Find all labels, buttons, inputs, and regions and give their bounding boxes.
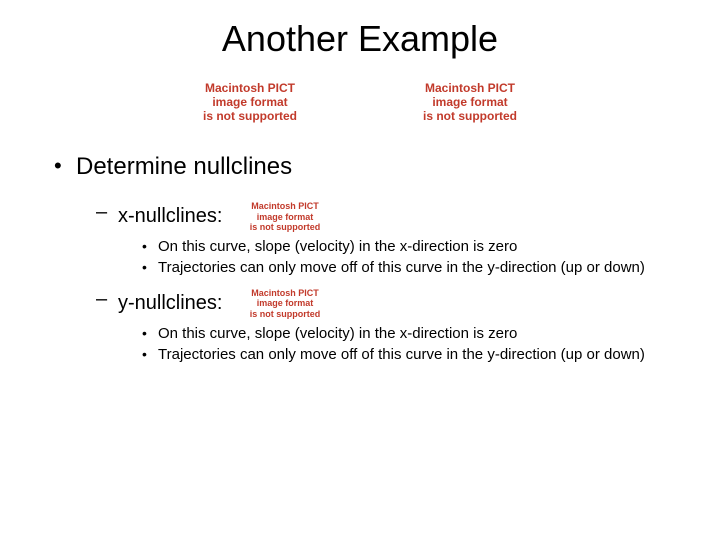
pict-error-line1: Macintosh PICT [251,288,319,298]
pict-error-icon: Macintosh PICT image format is not suppo… [240,201,330,232]
list-item: x-nullclines: Macintosh PICT image forma… [94,201,680,278]
list-item: Trajectories can only move off of this c… [140,259,680,278]
pict-error-line2: image format [257,298,314,308]
pict-error-line3: is not supported [250,222,321,232]
level3-list: On this curve, slope (velocity) in the x… [140,325,680,365]
bullet-content: Determine nullclines x-nullclines: Macin… [50,153,680,364]
pict-error-icon: Macintosh PICT image format is not suppo… [240,288,330,319]
pict-error-icon: Macintosh PICT image format is not suppo… [400,82,540,123]
pict-error-line1: Macintosh PICT [425,81,515,95]
list-item: On this curve, slope (velocity) in the x… [140,238,680,257]
level1-list: Determine nullclines x-nullclines: Macin… [50,153,680,364]
list-item: On this curve, slope (velocity) in the x… [140,325,680,344]
list-item: y-nullclines: Macintosh PICT image forma… [94,288,680,365]
level3-text: On this curve, slope (velocity) in the x… [158,325,517,342]
list-item: Trajectories can only move off of this c… [140,346,680,365]
level3-text: Trajectories can only move off of this c… [158,346,645,363]
slide-title: Another Example [40,18,680,60]
top-image-row: Macintosh PICT image format is not suppo… [40,82,680,123]
pict-error-line2: image format [432,95,507,109]
level3-text: On this curve, slope (velocity) in the x… [158,238,517,255]
pict-error-line3: is not supported [250,309,321,319]
pict-error-line1: Macintosh PICT [251,201,319,211]
level2-list: x-nullclines: Macintosh PICT image forma… [94,201,680,364]
pict-error-line2: image format [257,212,314,222]
pict-error-line3: is not supported [423,109,517,123]
pict-error-icon: Macintosh PICT image format is not suppo… [180,82,320,123]
level2-text: x-nullclines: [118,205,222,228]
level3-list: On this curve, slope (velocity) in the x… [140,238,680,278]
level2-text: y-nullclines: [118,292,222,315]
pict-error-line3: is not supported [203,109,297,123]
slide: Another Example Macintosh PICT image for… [0,0,720,540]
pict-error-line2: image format [212,95,287,109]
pict-error-line1: Macintosh PICT [205,81,295,95]
level3-text: Trajectories can only move off of this c… [158,259,645,276]
list-item: Determine nullclines x-nullclines: Macin… [50,153,680,364]
level1-text: Determine nullclines [76,153,292,180]
